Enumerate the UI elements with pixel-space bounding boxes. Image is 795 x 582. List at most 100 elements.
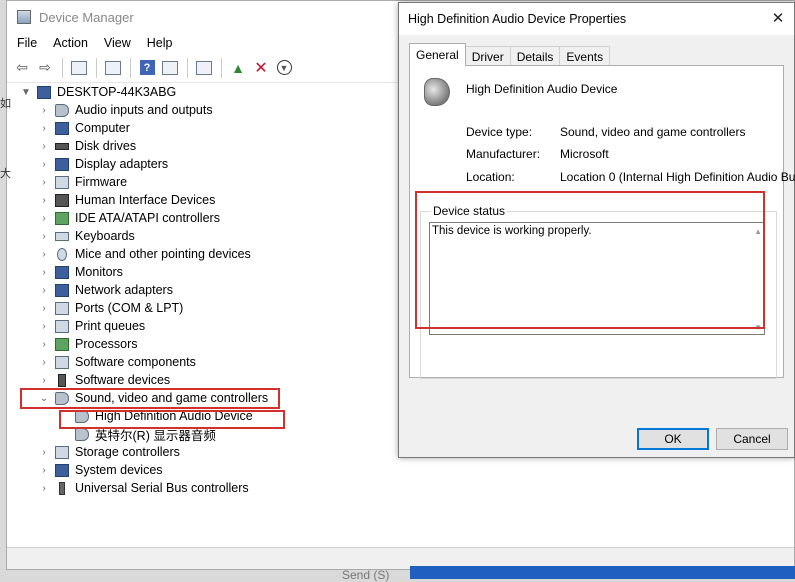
back-arrow-icon[interactable]: ⇦ bbox=[11, 57, 33, 79]
tab-details[interactable]: Details bbox=[509, 46, 561, 66]
category-label: Disk drives bbox=[75, 139, 137, 153]
show-hide-tree-icon[interactable] bbox=[68, 57, 90, 79]
category-software-devices[interactable]: › Software devices bbox=[15, 371, 395, 389]
manufacturer-label: Manufacturer: bbox=[466, 147, 541, 161]
expand-icon[interactable]: › bbox=[37, 483, 51, 494]
expand-icon[interactable]: › bbox=[37, 447, 51, 458]
collapse-icon[interactable]: ▼ bbox=[19, 87, 33, 98]
scan-hardware-icon[interactable] bbox=[193, 57, 215, 79]
expand-icon[interactable]: › bbox=[37, 357, 51, 368]
expand-icon[interactable]: › bbox=[37, 177, 51, 188]
dialog-title: High Definition Audio Device Properties bbox=[408, 12, 627, 26]
category-disk-drives[interactable]: › Disk drives bbox=[15, 137, 395, 155]
tree-root-computer[interactable]: ▼ DESKTOP-44K3ABG bbox=[15, 83, 395, 101]
menu-help[interactable]: Help bbox=[147, 36, 173, 50]
monitor-icon bbox=[55, 121, 69, 135]
expand-icon[interactable]: › bbox=[37, 267, 51, 278]
menu-file[interactable]: File bbox=[17, 36, 37, 50]
tab-driver[interactable]: Driver bbox=[464, 46, 511, 66]
cancel-button[interactable]: Cancel bbox=[716, 428, 788, 450]
usb-icon bbox=[59, 481, 65, 495]
expand-icon[interactable]: › bbox=[37, 195, 51, 206]
forward-arrow-icon[interactable]: ⇨ bbox=[34, 57, 56, 79]
device-tree: ▼ DESKTOP-44K3ABG › Audio inputs and outp… bbox=[15, 83, 395, 497]
location-label: Location: bbox=[466, 170, 515, 184]
category-label: Universal Serial Bus controllers bbox=[75, 481, 249, 495]
category-audio-inputs[interactable]: › Audio inputs and outputs bbox=[15, 101, 395, 119]
category-hid[interactable]: › Human Interface Devices bbox=[15, 191, 395, 209]
expand-icon[interactable]: › bbox=[37, 321, 51, 332]
update-driver-icon[interactable]: ▲ bbox=[227, 57, 249, 79]
toolbar-separator bbox=[187, 57, 188, 78]
category-firmware[interactable]: › Firmware bbox=[15, 173, 395, 191]
category-storage-controllers[interactable]: › Storage controllers bbox=[15, 443, 395, 461]
category-label: Ports (COM & LPT) bbox=[75, 301, 184, 315]
expand-icon[interactable]: › bbox=[37, 285, 51, 296]
speaker-icon bbox=[424, 78, 450, 106]
category-label: Print queues bbox=[75, 319, 146, 333]
disk-icon bbox=[55, 142, 69, 150]
category-label: Mice and other pointing devices bbox=[75, 247, 251, 261]
tab-general[interactable]: General bbox=[409, 43, 466, 66]
category-ide[interactable]: › IDE ATA/ATAPI controllers bbox=[15, 209, 395, 227]
disable-device-icon[interactable]: ▼ bbox=[273, 57, 295, 79]
menu-view[interactable]: View bbox=[104, 36, 131, 50]
ide-controller-icon bbox=[55, 211, 69, 225]
background-glyph: 如 bbox=[0, 98, 11, 110]
software-device-icon bbox=[58, 373, 66, 387]
speaker-icon bbox=[75, 427, 89, 441]
monitor-icon bbox=[55, 265, 69, 279]
category-network-adapters[interactable]: › Network adapters bbox=[15, 281, 395, 299]
view-icon[interactable] bbox=[159, 57, 181, 79]
toolbar-separator bbox=[130, 57, 131, 78]
location-value: Location 0 (Internal High Definition Aud… bbox=[560, 170, 795, 184]
properties-icon[interactable] bbox=[102, 57, 124, 79]
expand-icon[interactable]: › bbox=[37, 375, 51, 386]
category-system-devices[interactable]: › System devices bbox=[15, 461, 395, 479]
expand-icon[interactable]: › bbox=[37, 339, 51, 350]
category-label: Human Interface Devices bbox=[75, 193, 216, 207]
category-print-queues[interactable]: › Print queues bbox=[15, 317, 395, 335]
category-processors[interactable]: › Processors bbox=[15, 335, 395, 353]
expand-icon[interactable]: › bbox=[37, 141, 51, 152]
menu-action[interactable]: Action bbox=[53, 36, 88, 50]
system-device-icon bbox=[55, 463, 69, 477]
software-component-icon bbox=[55, 355, 69, 369]
category-mice[interactable]: › Mice and other pointing devices bbox=[15, 245, 395, 263]
firmware-icon bbox=[55, 175, 69, 189]
hid-icon bbox=[55, 193, 69, 207]
ok-button[interactable]: OK bbox=[637, 428, 709, 450]
category-ports[interactable]: › Ports (COM & LPT) bbox=[15, 299, 395, 317]
category-label: Computer bbox=[75, 121, 130, 135]
expand-icon[interactable]: › bbox=[37, 213, 51, 224]
help-icon[interactable]: ? bbox=[136, 57, 158, 79]
display-adapter-icon bbox=[55, 157, 69, 171]
mouse-icon bbox=[57, 247, 67, 261]
category-display-adapters[interactable]: › Display adapters bbox=[15, 155, 395, 173]
tab-events[interactable]: Events bbox=[559, 46, 611, 66]
expand-icon[interactable]: › bbox=[37, 123, 51, 134]
uninstall-icon[interactable]: ✕ bbox=[250, 57, 272, 79]
category-usb-controllers[interactable]: › Universal Serial Bus controllers bbox=[15, 479, 395, 497]
expand-icon[interactable]: › bbox=[37, 231, 51, 242]
expand-icon[interactable]: › bbox=[37, 465, 51, 476]
printer-icon bbox=[55, 319, 69, 333]
category-label: Processors bbox=[75, 337, 138, 351]
background-glyph: 大 bbox=[0, 168, 11, 180]
expand-icon[interactable]: › bbox=[37, 303, 51, 314]
category-keyboards[interactable]: › Keyboards bbox=[15, 227, 395, 245]
category-label: Software components bbox=[75, 355, 196, 369]
dialog-tabs: General Driver Details Events bbox=[409, 43, 611, 66]
category-software-components[interactable]: › Software components bbox=[15, 353, 395, 371]
expand-icon[interactable]: › bbox=[37, 105, 51, 116]
toolbar-separator bbox=[96, 57, 97, 78]
keyboard-icon bbox=[55, 231, 69, 241]
expand-icon[interactable]: › bbox=[37, 249, 51, 260]
expand-icon[interactable]: › bbox=[37, 159, 51, 170]
category-label: Network adapters bbox=[75, 283, 173, 297]
category-monitors[interactable]: › Monitors bbox=[15, 263, 395, 281]
category-computer[interactable]: › Computer bbox=[15, 119, 395, 137]
close-icon[interactable]: ✕ bbox=[768, 9, 788, 29]
category-label: IDE ATA/ATAPI controllers bbox=[75, 211, 220, 225]
send-button-text: Send (S) bbox=[342, 568, 390, 582]
